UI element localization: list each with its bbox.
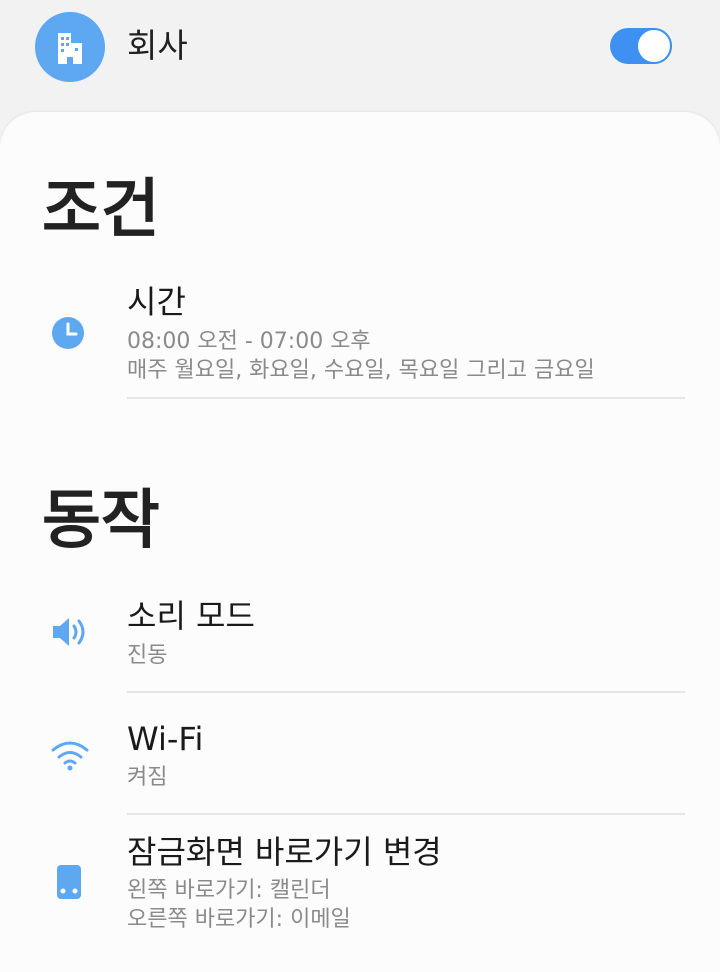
action-sound-mode-title[interactable]: 소리 모드 (127, 596, 255, 636)
condition-time-range: 08:00 오전 - 07:00 오후 (127, 329, 371, 354)
divider (127, 691, 685, 693)
mode-toggle-switch[interactable] (610, 28, 672, 64)
action-lockscreen-right-shortcut: 오른쪽 바로가기: 이메일 (127, 907, 351, 932)
divider (127, 397, 685, 399)
toggle-knob (636, 28, 672, 64)
action-wifi-title[interactable]: Wi-Fi (127, 719, 203, 759)
mode-header: 회사 (0, 0, 720, 110)
clock-icon (50, 315, 86, 355)
conditions-heading: 조건 (42, 173, 160, 247)
action-lockscreen-shortcut-title[interactable]: 잠금화면 바로가기 변경 (127, 832, 442, 872)
condition-time-days: 매주 월요일, 화요일, 수요일, 목요일 그리고 금요일 (127, 358, 595, 383)
mode-title: 회사 (127, 26, 188, 65)
action-lockscreen-left-shortcut: 왼쪽 바로가기: 캘린더 (127, 878, 331, 903)
wifi-icon (50, 738, 90, 776)
action-wifi-value: 켜짐 (127, 765, 168, 790)
phone-icon (56, 864, 82, 904)
building-icon (35, 12, 105, 82)
speaker-icon (50, 614, 88, 654)
actions-heading: 동작 (42, 484, 160, 558)
action-sound-mode-value: 진동 (127, 643, 168, 668)
divider (127, 813, 685, 815)
condition-time-title[interactable]: 시간 (127, 282, 186, 322)
